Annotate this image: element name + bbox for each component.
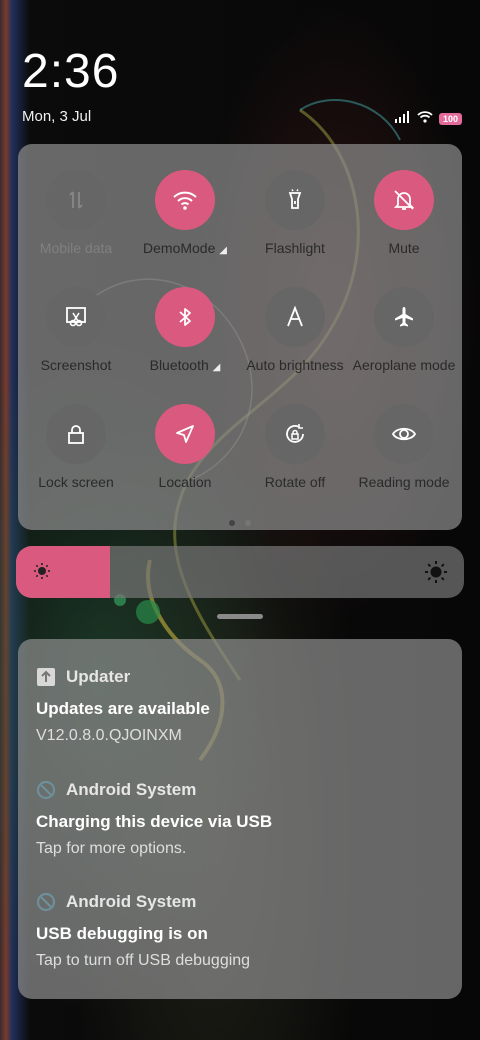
status-bar: 2:36 Mon, 3 Jul 100 <box>0 0 480 140</box>
brightness-high-icon <box>424 560 448 589</box>
tile-label: Mute <box>388 240 420 256</box>
airplane-icon <box>374 287 434 347</box>
flashlight-icon <box>265 170 325 230</box>
clock[interactable]: 2:36 <box>22 44 119 99</box>
system-icons: 100 <box>394 110 462 128</box>
tile-screenshot[interactable]: Screenshot <box>21 261 131 373</box>
tile-label: Lock screen <box>38 474 114 490</box>
notification-panel: Updater Updates are available V12.0.8.0.… <box>18 639 462 999</box>
page-dot[interactable] <box>245 520 251 526</box>
tile-demomode[interactable]: DemoMode ◢ <box>130 144 240 256</box>
tile-label: Rotate off <box>264 474 326 490</box>
brightness-fill <box>16 546 111 598</box>
android-system-icon <box>36 892 56 912</box>
tile-mute[interactable]: Mute <box>349 144 459 256</box>
signal-icon <box>394 110 411 128</box>
battery-icon: 100 <box>438 113 462 125</box>
notification-app-name: Android System <box>66 892 197 911</box>
expand-arrow-icon: ◢ <box>212 362 221 373</box>
wifi-icon <box>417 110 433 128</box>
location-icon <box>155 404 215 464</box>
tile-lock-screen[interactable]: Lock screen <box>21 378 131 490</box>
bluetooth-icon <box>155 287 215 347</box>
rotate-lock-icon <box>265 404 325 464</box>
tile-aeroplane-mode[interactable]: Aeroplane mode <box>349 261 459 373</box>
tile-rotate-off[interactable]: Rotate off <box>240 378 350 490</box>
tile-label: Reading mode <box>358 474 450 490</box>
notification-body: Tap for more options. <box>36 840 187 857</box>
brightness-low-icon <box>33 562 51 585</box>
tile-label: Flashlight <box>265 240 325 256</box>
tile-label: Bluetooth ◢ <box>149 357 221 373</box>
notification-body: Tap to turn off USB debugging <box>36 952 251 969</box>
wifi-icon <box>155 170 215 230</box>
brightness-slider[interactable] <box>16 546 464 598</box>
tile-label: Aeroplane mode <box>352 357 456 373</box>
tile-flashlight[interactable]: Flashlight <box>240 144 350 256</box>
notification-app-name: Updater <box>66 667 131 686</box>
tile-auto-brightness[interactable]: Auto brightness <box>240 261 350 373</box>
page-indicator <box>18 520 462 526</box>
auto-brightness-icon <box>265 287 325 347</box>
drag-handle[interactable] <box>217 614 263 619</box>
lock-icon <box>46 404 106 464</box>
expand-arrow-icon: ◢ <box>219 245 227 256</box>
mobile-data-icon <box>46 170 106 230</box>
quick-settings-panel: Mobile data DemoMode ◢ Flashlight Mute S… <box>18 144 462 530</box>
tile-mobile-data[interactable]: Mobile data <box>21 144 131 256</box>
notification-usb-charging[interactable]: Android System Charging this device via … <box>36 780 446 858</box>
tile-bluetooth[interactable]: Bluetooth ◢ <box>130 261 240 373</box>
notification-body: V12.0.8.0.QJOINXM <box>36 727 182 744</box>
tile-label: DemoMode ◢ <box>143 240 227 256</box>
screenshot-icon <box>46 287 106 347</box>
android-system-icon <box>36 780 56 800</box>
tile-label: Mobile data <box>39 240 113 256</box>
updater-icon <box>36 667 56 687</box>
tile-label: Auto brightness <box>246 357 344 373</box>
notification-title: Charging this device via USB <box>36 812 273 831</box>
bell-off-icon <box>374 170 434 230</box>
eye-icon <box>374 404 434 464</box>
date[interactable]: Mon, 3 Jul <box>22 108 91 125</box>
page-dot-active[interactable] <box>229 520 235 526</box>
tile-label: Location <box>158 474 212 490</box>
notification-app-name: Android System <box>66 780 197 799</box>
notification-usb-debugging[interactable]: Android System USB debugging is on Tap t… <box>36 892 446 970</box>
tile-reading-mode[interactable]: Reading mode <box>349 378 459 490</box>
tile-label: Screenshot <box>40 357 112 373</box>
tile-location[interactable]: Location <box>130 378 240 490</box>
notification-updater[interactable]: Updater Updates are available V12.0.8.0.… <box>36 667 446 745</box>
notification-title: Updates are available <box>36 699 210 718</box>
notification-title: USB debugging is on <box>36 924 208 943</box>
